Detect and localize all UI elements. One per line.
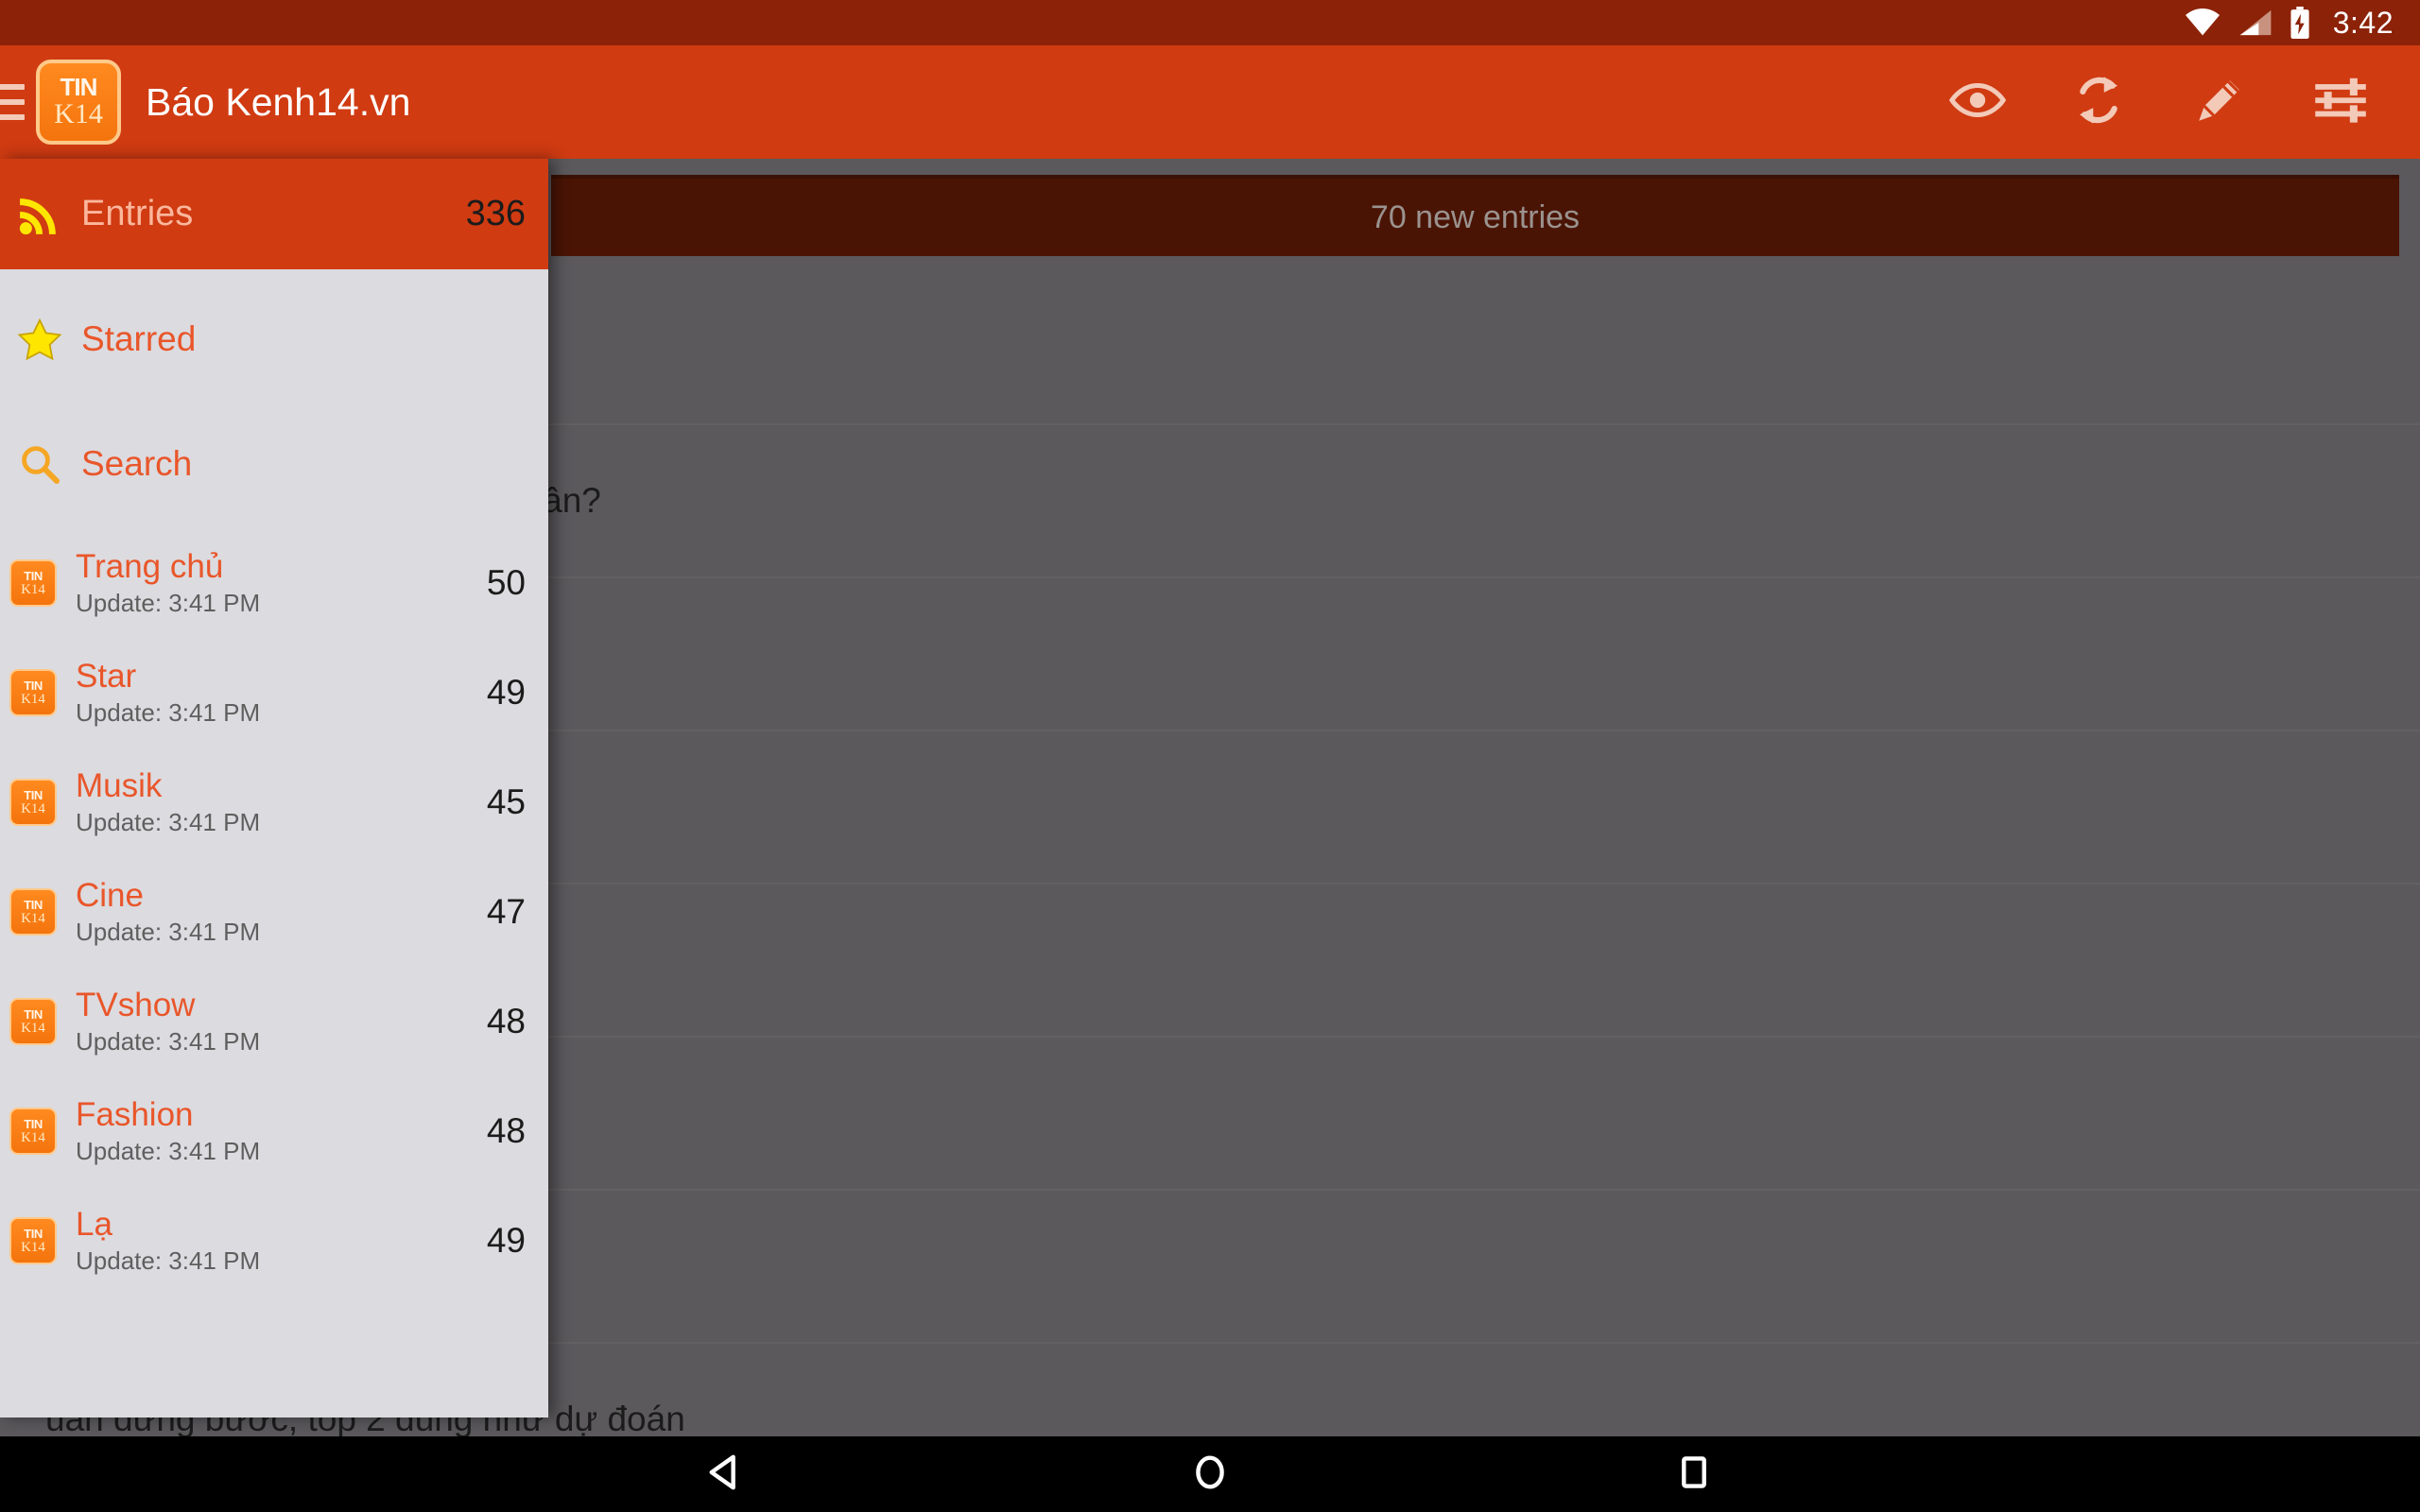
feed-favicon-line2: K14 xyxy=(21,910,45,926)
mark-all-read-button[interactable] xyxy=(1917,45,2038,159)
status-bar-clock: 3:42 xyxy=(2332,5,2394,40)
app-logo: TIN K14 xyxy=(36,60,121,145)
feed-update-time: Update: 3:41 PM xyxy=(76,918,261,946)
drawer-feed-item[interactable]: TIN K14 TVshow Update: 3:41 PM 48 xyxy=(0,967,548,1076)
feed-update-time: Update: 3:41 PM xyxy=(76,1246,261,1275)
app-logo-line1: TIN xyxy=(60,73,98,101)
new-entries-banner[interactable]: 70 new entries xyxy=(551,175,2399,256)
star-icon xyxy=(13,318,66,361)
app-logo-line2: K14 xyxy=(54,98,103,129)
feed-update-time: Update: 3:41 PM xyxy=(76,1027,261,1056)
feed-text-block: Lạ Update: 3:41 PM xyxy=(76,1206,487,1276)
feed-favicon-icon: TIN K14 xyxy=(9,779,57,826)
feed-favicon-icon: TIN K14 xyxy=(9,669,57,716)
feed-favicon-line2: K14 xyxy=(21,1020,45,1036)
feed-favicon-line1: TIN xyxy=(24,1226,43,1241)
feed-title: Trang chủ xyxy=(76,548,224,585)
app-root: 3:42 TIN K14 Báo Kenh14.vn 70 new entrie… xyxy=(0,0,2420,1512)
battery-charging-icon xyxy=(2290,7,2310,39)
feed-text-block: Fashion Update: 3:41 PM xyxy=(76,1096,487,1166)
recents-square-icon xyxy=(1674,1452,1714,1497)
hamburger-menu-icon[interactable] xyxy=(0,45,28,159)
status-bar: 3:42 xyxy=(0,0,2420,45)
feed-favicon-icon: TIN K14 xyxy=(9,1217,57,1264)
navigation-drawer: Entries 336 Starred Search TIN K14 Trang c… xyxy=(0,159,548,1418)
nav-back-button[interactable] xyxy=(605,1436,847,1512)
drawer-feed-list: TIN K14 Trang chủ Update: 3:41 PM 50 TIN K14 St… xyxy=(0,528,548,1296)
drawer-feed-item[interactable]: TIN K14 Trang chủ Update: 3:41 PM 50 xyxy=(0,528,548,638)
rss-icon xyxy=(13,193,66,236)
eye-icon xyxy=(1948,79,2007,126)
drawer-item-starred[interactable]: Starred xyxy=(0,284,548,394)
pencil-icon xyxy=(2192,73,2247,132)
feed-favicon-line1: TIN xyxy=(24,678,43,693)
drawer-entries-count: 336 xyxy=(465,194,526,233)
feed-update-time: Update: 3:41 PM xyxy=(76,589,261,617)
feed-unread-count: 45 xyxy=(486,782,526,821)
feed-title: Cine xyxy=(76,877,144,914)
feed-favicon-line1: TIN xyxy=(24,787,43,802)
drawer-item-search[interactable]: Search xyxy=(0,409,548,519)
feed-update-time: Update: 3:41 PM xyxy=(76,1137,261,1165)
feed-title: Lạ xyxy=(76,1206,112,1243)
drawer-feed-item[interactable]: TIN K14 Fashion Update: 3:41 PM 48 xyxy=(0,1076,548,1186)
app-bar: TIN K14 Báo Kenh14.vn xyxy=(0,45,2420,159)
cellular-signal-icon xyxy=(2238,9,2273,37)
sliders-icon xyxy=(2313,77,2368,129)
feed-text-block: Trang chủ Update: 3:41 PM xyxy=(76,548,487,618)
feed-favicon-icon: TIN K14 xyxy=(9,559,57,607)
feed-title: Fashion xyxy=(76,1096,194,1133)
nav-home-button[interactable] xyxy=(1089,1436,1331,1512)
feed-text-block: Musik Update: 3:41 PM xyxy=(76,767,487,837)
app-bar-actions xyxy=(1917,45,2420,159)
drawer-starred-label: Starred xyxy=(81,319,197,358)
app-title: Báo Kenh14.vn xyxy=(146,79,411,124)
new-entries-banner-label: 70 new entries xyxy=(1370,198,1581,235)
feed-favicon-line2: K14 xyxy=(21,800,45,816)
feed-title: Musik xyxy=(76,767,163,804)
drawer-feed-item[interactable]: TIN K14 Star Update: 3:41 PM 49 xyxy=(0,638,548,747)
feed-title: Star xyxy=(76,658,137,695)
drawer-feed-item[interactable]: TIN K14 Cine Update: 3:41 PM 47 xyxy=(0,857,548,967)
search-icon xyxy=(13,443,66,485)
back-triangle-icon xyxy=(706,1452,746,1497)
feed-unread-count: 48 xyxy=(486,1111,526,1150)
drawer-feed-item[interactable]: TIN K14 Musik Update: 3:41 PM 45 xyxy=(0,747,548,857)
home-circle-icon xyxy=(1190,1452,1230,1497)
feed-text-block: Cine Update: 3:41 PM xyxy=(76,877,487,947)
feed-favicon-line2: K14 xyxy=(21,691,45,707)
nav-recents-button[interactable] xyxy=(1573,1436,1815,1512)
feed-text-block: Star Update: 3:41 PM xyxy=(76,658,487,728)
feed-favicon-icon: TIN K14 xyxy=(9,998,57,1045)
android-navigation-bar xyxy=(0,1436,2420,1512)
refresh-icon xyxy=(2069,71,2128,134)
filter-settings-button[interactable] xyxy=(2280,45,2401,159)
feed-text-block: TVshow Update: 3:41 PM xyxy=(76,987,487,1057)
feed-favicon-line2: K14 xyxy=(21,1239,45,1255)
feed-favicon-line1: TIN xyxy=(24,1006,43,1022)
feed-unread-count: 48 xyxy=(486,1002,526,1040)
drawer-entries-label: Entries xyxy=(81,194,194,233)
feed-update-time: Update: 3:41 PM xyxy=(76,698,261,727)
feed-unread-count: 49 xyxy=(486,673,526,712)
wifi-icon xyxy=(2184,9,2221,37)
feed-favicon-line2: K14 xyxy=(21,1129,45,1145)
feed-unread-count: 49 xyxy=(486,1221,526,1260)
feed-favicon-line1: TIN xyxy=(24,568,43,583)
feed-favicon-line1: TIN xyxy=(24,897,43,912)
feed-unread-count: 47 xyxy=(486,892,526,931)
feed-favicon-icon: TIN K14 xyxy=(9,1108,57,1155)
edit-button[interactable] xyxy=(2159,45,2280,159)
drawer-feed-item[interactable]: TIN K14 Lạ Update: 3:41 PM 49 xyxy=(0,1186,548,1296)
feed-favicon-line2: K14 xyxy=(21,581,45,597)
drawer-item-entries[interactable]: Entries 336 xyxy=(0,159,548,269)
drawer-search-label: Search xyxy=(81,444,193,483)
feed-title: TVshow xyxy=(76,987,196,1023)
feed-favicon-line1: TIN xyxy=(24,1116,43,1131)
feed-update-time: Update: 3:41 PM xyxy=(76,808,261,836)
feed-unread-count: 50 xyxy=(486,563,526,602)
refresh-button[interactable] xyxy=(2038,45,2159,159)
feed-favicon-icon: TIN K14 xyxy=(9,888,57,936)
